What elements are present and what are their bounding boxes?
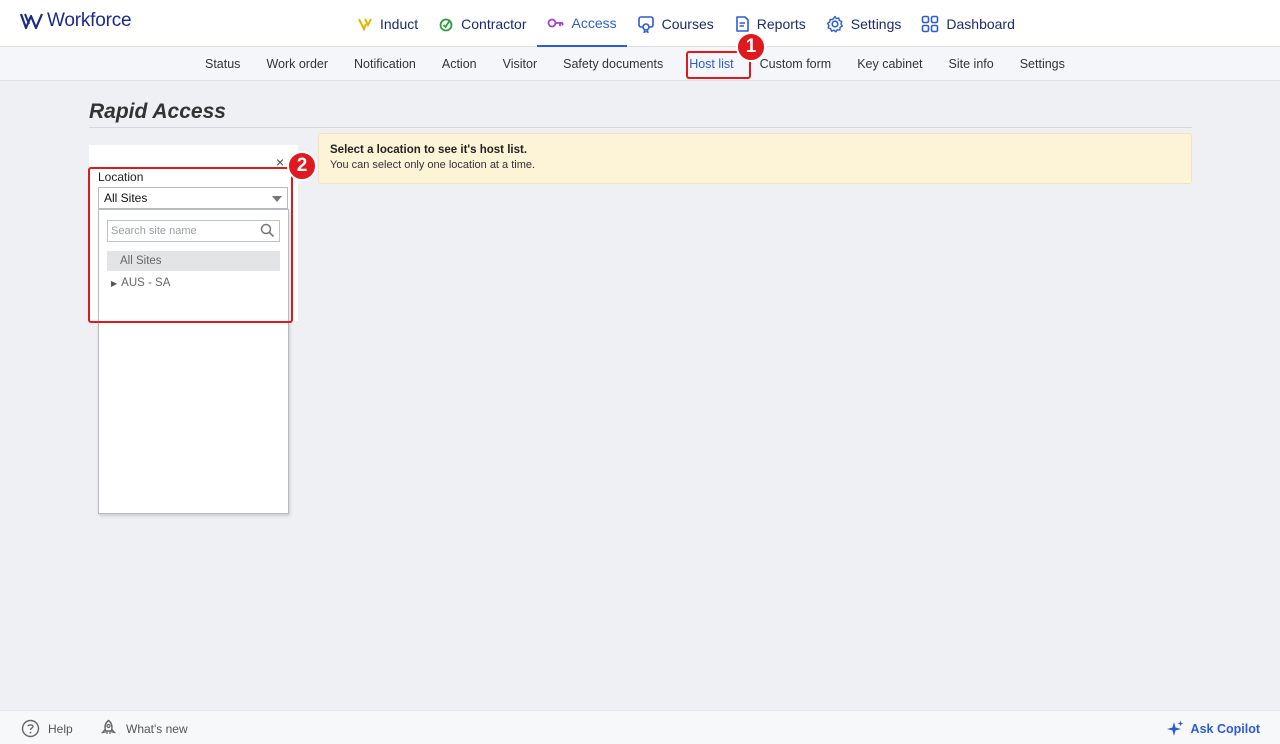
title-divider: [89, 127, 1192, 128]
option-label: All Sites: [120, 255, 162, 267]
contractor-icon: [439, 18, 453, 31]
gear-icon: [826, 15, 843, 32]
annotation-badge-2: 2: [287, 151, 317, 181]
nav-induct[interactable]: Induct: [347, 0, 428, 47]
help-label: Help: [48, 721, 73, 736]
subnav-action[interactable]: Action: [429, 47, 490, 81]
chevron-down-icon: [272, 196, 282, 202]
option-label: AUS - SA: [121, 277, 171, 289]
whats-new-label: What's new: [126, 721, 188, 736]
key-icon: [547, 18, 563, 27]
annotation-badge-1: 1: [736, 32, 766, 62]
whats-new-link[interactable]: What's new: [99, 719, 188, 738]
subnav-site-info[interactable]: Site info: [936, 47, 1007, 81]
page-title: Rapid Access: [89, 100, 226, 123]
top-bar: Workforce Induct Contractor Access Cours…: [0, 0, 1280, 47]
subnav-key-cabinet[interactable]: Key cabinet: [844, 47, 935, 81]
location-option-aus-sa[interactable]: ▶ AUS - SA: [107, 273, 280, 293]
subnav-status[interactable]: Status: [192, 47, 253, 81]
location-dropdown: All Sites ▶ AUS - SA: [98, 209, 289, 514]
induct-icon: [358, 18, 372, 31]
nav-contractor-label: Contractor: [461, 15, 527, 32]
brand-logo[interactable]: Workforce: [20, 10, 132, 32]
ask-copilot-label: Ask Copilot: [1190, 722, 1260, 736]
nav-induct-label: Induct: [380, 15, 419, 32]
nav-contractor[interactable]: Contractor: [428, 0, 536, 47]
workforce-logo-icon: [20, 13, 44, 30]
nav-settings-label: Settings: [850, 15, 902, 32]
nav-dashboard-label: Dashboard: [946, 15, 1015, 32]
search-icon[interactable]: [260, 223, 275, 238]
courses-icon: [637, 15, 654, 33]
reports-icon: [735, 15, 749, 32]
main-nav: Induct Contractor Access Courses Reports…: [347, 0, 1025, 47]
help-link[interactable]: Help: [21, 719, 73, 738]
nav-dashboard[interactable]: Dashboard: [911, 0, 1025, 47]
location-select-value: All Sites: [104, 191, 148, 205]
subnav-settings[interactable]: Settings: [1007, 47, 1078, 81]
location-option-all-sites[interactable]: All Sites: [107, 251, 280, 271]
footer: Help What's new Ask Copilot: [0, 710, 1280, 744]
help-icon: [21, 719, 40, 738]
subnav-visitor[interactable]: Visitor: [490, 47, 551, 81]
dashboard-icon: [922, 15, 939, 32]
location-select[interactable]: All Sites: [98, 187, 288, 209]
site-search-input[interactable]: [108, 221, 253, 241]
subnav-safety-documents[interactable]: Safety documents: [550, 47, 676, 81]
nav-courses[interactable]: Courses: [627, 0, 724, 47]
sub-nav: Status Work order Notification Action Vi…: [0, 47, 1280, 81]
info-banner-body: You can select only one location at a ti…: [330, 159, 536, 171]
nav-reports-label: Reports: [756, 15, 806, 32]
close-icon[interactable]: ×: [276, 154, 284, 170]
nav-access[interactable]: Access: [536, 0, 627, 47]
location-label: Location: [98, 170, 144, 184]
nav-settings[interactable]: Settings: [816, 0, 912, 47]
brand-name: Workforce: [47, 10, 132, 31]
subnav-work-order[interactable]: Work order: [253, 47, 341, 81]
info-banner-title: Select a location to see it's host list.: [330, 144, 528, 156]
subnav-notification[interactable]: Notification: [341, 47, 429, 81]
nav-access-label: Access: [571, 14, 617, 31]
nav-courses-label: Courses: [661, 15, 714, 32]
ask-copilot-button[interactable]: Ask Copilot: [1165, 719, 1260, 739]
rocket-icon: [100, 719, 117, 734]
sparkle-icon: [1166, 720, 1184, 736]
expand-triangle-icon[interactable]: ▶: [111, 279, 117, 288]
site-search-box: [107, 220, 280, 242]
info-banner: Select a location to see it's host list.…: [318, 133, 1192, 184]
